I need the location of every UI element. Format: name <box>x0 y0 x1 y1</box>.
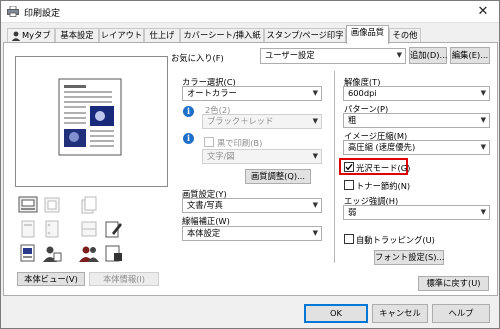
black-print-checkbox[interactable] <box>204 137 214 147</box>
tab-other[interactable]: その他 <box>389 28 421 43</box>
chevron-down-icon: ▼ <box>312 201 318 209</box>
two-color-select[interactable]: ブラック＋レッド ▼ <box>202 114 322 129</box>
close-button[interactable]: ✕ <box>471 3 495 21</box>
resolution-value: 600dpi <box>348 88 377 98</box>
pattern-value: 粗 <box>348 115 357 125</box>
two-color-value: ブラック＋レッド <box>207 116 274 126</box>
black-print-value: 文字/図 <box>207 151 235 161</box>
favorites-label: お気に入り(F) <box>171 53 224 63</box>
toner-save-label: トナー節約(N) <box>356 181 411 191</box>
tab-label: 仕上げ <box>149 30 175 40</box>
secure-print-icon <box>105 245 122 262</box>
cancel-button[interactable]: キャンセル <box>372 304 428 323</box>
staple-icon <box>21 220 35 238</box>
tab-image-quality[interactable]: 画像品質 <box>346 25 389 44</box>
title-bar: 印刷設定 ✕ <box>1 1 499 23</box>
ok-button[interactable]: OK <box>304 304 368 323</box>
tab-label: スタンプ/ページ印字 <box>266 30 344 40</box>
tab-finishing[interactable]: 仕上げ <box>144 28 180 43</box>
tab-label: 基本設定 <box>60 30 94 40</box>
chevron-down-icon: ▼ <box>396 51 402 59</box>
user-auth-icon <box>43 246 62 262</box>
chevron-down-icon: ▼ <box>312 89 318 97</box>
fold-icon <box>81 221 97 237</box>
device-info-button[interactable]: 本体情報(I) <box>89 272 159 286</box>
color-select-value: オートカラー <box>187 88 237 98</box>
compression-select[interactable]: 高圧縮 (速度優先) ▼ <box>343 140 490 155</box>
tab-my-tab[interactable]: Myタブ <box>7 28 55 43</box>
tab-stamp[interactable]: スタンプ/ページ印字 <box>264 28 346 43</box>
edge-select[interactable]: 弱 ▼ <box>343 205 490 220</box>
tab-label: カバーシート/挿入紙 <box>183 30 261 40</box>
tab-label: レイアウト <box>100 30 143 40</box>
auto-trapping-label: 自動トラッピング(U) <box>356 235 435 245</box>
tray-icon <box>44 197 60 213</box>
color-document-icon <box>20 244 35 262</box>
tab-basic[interactable]: 基本設定 <box>55 28 99 43</box>
tab-label: Myタブ <box>22 30 51 40</box>
printer-icon <box>7 6 19 17</box>
window-title: 印刷設定 <box>24 9 61 19</box>
font-settings-button[interactable]: フォント設定(S)... <box>374 250 444 265</box>
pattern-select[interactable]: 粗 ▼ <box>343 113 490 128</box>
color-select[interactable]: オートカラー ▼ <box>182 86 322 101</box>
edit-document-icon <box>105 221 122 238</box>
favorites-value: ユーザー設定 <box>265 50 315 60</box>
black-print-select[interactable]: 文字/図 ▼ <box>202 149 322 164</box>
punch-icon <box>45 220 59 238</box>
glossy-mode-label: 光沢モード(G) <box>356 163 411 173</box>
checkmark-icon <box>345 163 353 171</box>
account-track-icon <box>79 246 99 262</box>
chevron-down-icon: ▼ <box>480 143 486 151</box>
copies-icon <box>81 196 97 214</box>
device-view-button[interactable]: 本体ビュー(V) <box>17 272 85 286</box>
info-icon: i <box>183 106 194 117</box>
image-adjust-button[interactable]: 画質調整(Q)... <box>245 169 311 184</box>
finisher-icon <box>18 196 38 213</box>
favorites-add-button[interactable]: 追加(D)... <box>409 47 447 64</box>
tab-label: その他 <box>392 30 418 40</box>
auto-trapping-checkbox[interactable] <box>344 234 354 244</box>
tab-cover-sheet[interactable]: カバーシート/挿入紙 <box>180 28 264 43</box>
help-button[interactable]: ヘルプ <box>432 304 490 323</box>
resolution-select[interactable]: 600dpi ▼ <box>343 86 490 101</box>
toner-save-checkbox[interactable] <box>344 180 354 190</box>
chevron-down-icon: ▼ <box>480 208 486 216</box>
preview-pane <box>15 56 168 187</box>
quality-value: 文書/写真 <box>187 200 223 210</box>
print-settings-window: 印刷設定 ✕ Myタブ 基本設定 レイアウト 仕上げ カバーシート/挿入紙 スタ… <box>0 0 500 329</box>
black-print-label: 黒で印刷(B) <box>217 138 263 148</box>
chevron-down-icon: ▼ <box>312 229 318 237</box>
tab-strip: Myタブ 基本設定 レイアウト 仕上げ カバーシート/挿入紙 スタンプ/ページ印… <box>3 25 499 44</box>
chevron-down-icon: ▼ <box>480 116 486 124</box>
glossy-mode-checkbox[interactable] <box>344 162 354 172</box>
info-icon: i <box>183 133 194 144</box>
line-width-value: 本体設定 <box>187 228 221 238</box>
chevron-down-icon: ▼ <box>312 117 318 125</box>
reset-defaults-button[interactable]: 標準に戻す(U) <box>418 276 489 291</box>
column-divider <box>334 71 335 263</box>
tab-layout[interactable]: レイアウト <box>99 28 144 43</box>
chevron-down-icon: ▼ <box>312 152 318 160</box>
favorites-edit-button[interactable]: 編集(E)... <box>450 47 490 64</box>
tab-label: 画像品質 <box>350 27 385 37</box>
edge-value: 弱 <box>348 207 357 217</box>
quality-select[interactable]: 文書/写真 ▼ <box>182 198 322 213</box>
document-preview-image <box>58 78 122 156</box>
compression-value: 高圧縮 (速度優先) <box>348 142 416 152</box>
user-icon <box>11 31 21 41</box>
favorites-select[interactable]: ユーザー設定 ▼ <box>260 48 406 64</box>
line-width-select[interactable]: 本体設定 ▼ <box>182 226 322 241</box>
chevron-down-icon: ▼ <box>480 89 486 97</box>
